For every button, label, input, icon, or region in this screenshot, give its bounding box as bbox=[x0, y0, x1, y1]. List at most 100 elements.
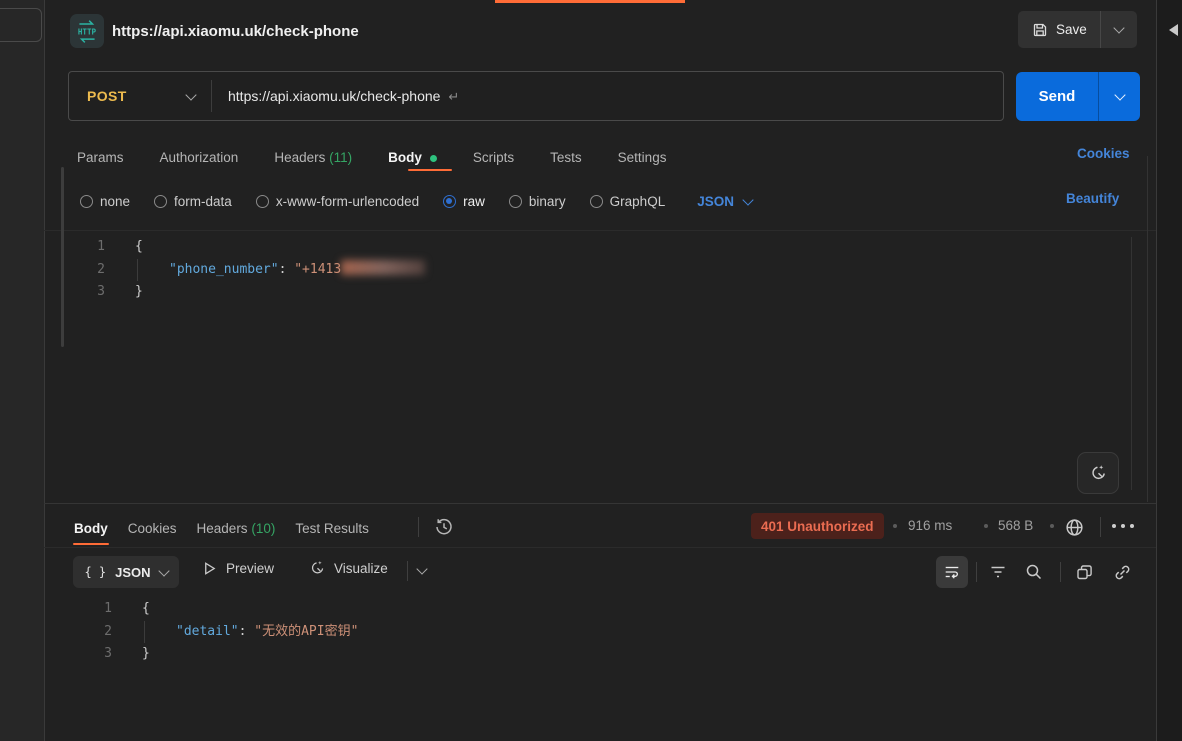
mode-none[interactable]: none bbox=[80, 194, 130, 209]
network-globe-icon[interactable] bbox=[1062, 515, 1086, 539]
collapsed-panel-box[interactable] bbox=[0, 8, 42, 42]
tab-body[interactable]: Body bbox=[388, 150, 437, 165]
tab-params[interactable]: Params bbox=[77, 150, 124, 165]
panel-scrollbar[interactable] bbox=[61, 167, 64, 347]
mode-binary[interactable]: binary bbox=[509, 194, 566, 209]
filter-icon[interactable] bbox=[986, 560, 1010, 584]
radio-selected-icon bbox=[443, 195, 456, 208]
tab-body-label: Body bbox=[388, 150, 422, 165]
tab-response-cookies[interactable]: Cookies bbox=[128, 521, 177, 536]
tab-response-headers[interactable]: Headers (10) bbox=[197, 521, 276, 536]
mode-none-label: none bbox=[100, 194, 130, 209]
mode-form-data-label: form-data bbox=[174, 194, 232, 209]
tab-authorization[interactable]: Authorization bbox=[160, 150, 239, 165]
save-button[interactable]: Save bbox=[1018, 11, 1137, 48]
history-icon[interactable] bbox=[432, 515, 456, 539]
more-options-icon[interactable] bbox=[1112, 524, 1134, 528]
open-brace: { bbox=[142, 601, 150, 616]
url-bar: POST https://api.xiaomu.uk/check-phone ↵ bbox=[68, 71, 1004, 121]
response-body-editor[interactable]: 1 { 2 "detail": "无效的API密钥" 3 } bbox=[44, 598, 1134, 666]
close-brace: } bbox=[135, 284, 143, 299]
mode-graphql[interactable]: GraphQL bbox=[590, 194, 666, 209]
response-size[interactable]: 568 B bbox=[998, 518, 1033, 533]
mode-raw[interactable]: raw bbox=[443, 194, 485, 209]
preview-play-icon bbox=[202, 561, 217, 576]
mode-form-data[interactable]: form-data bbox=[154, 194, 232, 209]
open-brace: { bbox=[135, 239, 143, 254]
line-number: 3 bbox=[44, 643, 112, 666]
response-format-dropdown[interactable]: { } JSON bbox=[73, 556, 179, 588]
headers-count: (11) bbox=[329, 150, 352, 165]
return-key-icon: ↵ bbox=[448, 89, 459, 104]
request-title: https://api.xiaomu.uk/check-phone bbox=[112, 23, 359, 40]
response-format-label: JSON bbox=[115, 565, 150, 580]
mode-raw-label: raw bbox=[463, 194, 485, 209]
editor-top-divider bbox=[44, 230, 1156, 231]
visualize-button[interactable]: Visualize bbox=[308, 559, 388, 577]
meta-dot bbox=[893, 524, 897, 528]
tab-settings[interactable]: Settings bbox=[618, 150, 667, 165]
line-number: 1 bbox=[44, 236, 105, 259]
url-divider bbox=[211, 80, 212, 112]
json-key: "detail" bbox=[176, 624, 239, 639]
radio-icon bbox=[509, 195, 522, 208]
code-line: 3 } bbox=[44, 643, 1134, 666]
mode-binary-label: binary bbox=[529, 194, 566, 209]
send-options-button[interactable] bbox=[1099, 72, 1140, 121]
postbot-button[interactable] bbox=[1077, 452, 1119, 494]
wrap-text-icon bbox=[943, 563, 961, 581]
tab-scripts[interactable]: Scripts bbox=[473, 150, 514, 165]
line-number: 2 bbox=[44, 259, 105, 282]
tab-headers[interactable]: Headers (11) bbox=[274, 150, 352, 165]
indent-guide bbox=[137, 259, 169, 282]
method-selector[interactable]: POST bbox=[69, 88, 211, 104]
json-value: "无效的API密钥" bbox=[254, 624, 358, 639]
beautify-link[interactable]: Beautify bbox=[1066, 191, 1119, 206]
search-icon[interactable] bbox=[1022, 560, 1046, 584]
tab-headers-label: Headers bbox=[274, 150, 325, 165]
format-label: JSON bbox=[697, 194, 734, 209]
preview-label: Preview bbox=[226, 561, 274, 576]
save-icon bbox=[1032, 22, 1048, 38]
tab-test-results[interactable]: Test Results bbox=[295, 521, 369, 536]
braces-icon: { } bbox=[84, 565, 106, 579]
mode-x-www-form-urlencoded[interactable]: x-www-form-urlencoded bbox=[256, 194, 419, 209]
save-options-button[interactable] bbox=[1101, 11, 1137, 48]
active-tab-indicator bbox=[495, 0, 685, 3]
chevron-down-icon bbox=[1113, 22, 1124, 33]
mode-graphql-label: GraphQL bbox=[610, 194, 666, 209]
json-key: "phone_number" bbox=[169, 262, 279, 277]
line-number: 1 bbox=[44, 598, 112, 621]
radio-icon bbox=[154, 195, 167, 208]
visualize-sparkle-icon bbox=[308, 559, 326, 577]
line-number: 2 bbox=[44, 621, 112, 644]
tab-tests[interactable]: Tests bbox=[550, 150, 582, 165]
mode-urlencoded-label: x-www-form-urlencoded bbox=[276, 194, 419, 209]
request-tabs: Params Authorization Headers (11) Body S… bbox=[77, 142, 666, 172]
copy-icon[interactable] bbox=[1072, 560, 1096, 584]
left-sidebar-strip bbox=[0, 0, 45, 741]
postbot-sparkle-icon bbox=[1088, 463, 1108, 483]
chevron-down-icon bbox=[158, 565, 169, 576]
preview-button[interactable]: Preview bbox=[202, 561, 274, 576]
cookies-link[interactable]: Cookies bbox=[1077, 146, 1130, 161]
send-button[interactable]: Send bbox=[1016, 72, 1140, 121]
tab-response-body[interactable]: Body bbox=[74, 521, 108, 536]
method-label: POST bbox=[87, 88, 127, 104]
url-input[interactable]: https://api.xiaomu.uk/check-phone ↵ bbox=[228, 88, 459, 105]
meta-divider bbox=[1100, 517, 1101, 537]
chevron-down-icon[interactable] bbox=[416, 563, 427, 574]
wrap-text-button[interactable] bbox=[936, 556, 968, 588]
response-headers-count: (10) bbox=[251, 521, 275, 536]
collapse-arrow-icon[interactable] bbox=[1169, 24, 1178, 36]
link-icon[interactable] bbox=[1110, 560, 1134, 584]
visualize-label: Visualize bbox=[334, 561, 388, 576]
right-sidebar-strip bbox=[1156, 0, 1182, 741]
format-dropdown[interactable]: JSON bbox=[697, 194, 752, 209]
response-top-divider bbox=[44, 503, 1156, 504]
response-time[interactable]: 916 ms bbox=[908, 518, 952, 533]
radio-icon bbox=[590, 195, 603, 208]
request-body-editor[interactable]: 1 { 2 "phone_number": "+1413 3 } bbox=[44, 236, 1134, 304]
url-text: https://api.xiaomu.uk/check-phone bbox=[228, 88, 440, 104]
status-badge[interactable]: 401 Unauthorized bbox=[751, 513, 884, 539]
